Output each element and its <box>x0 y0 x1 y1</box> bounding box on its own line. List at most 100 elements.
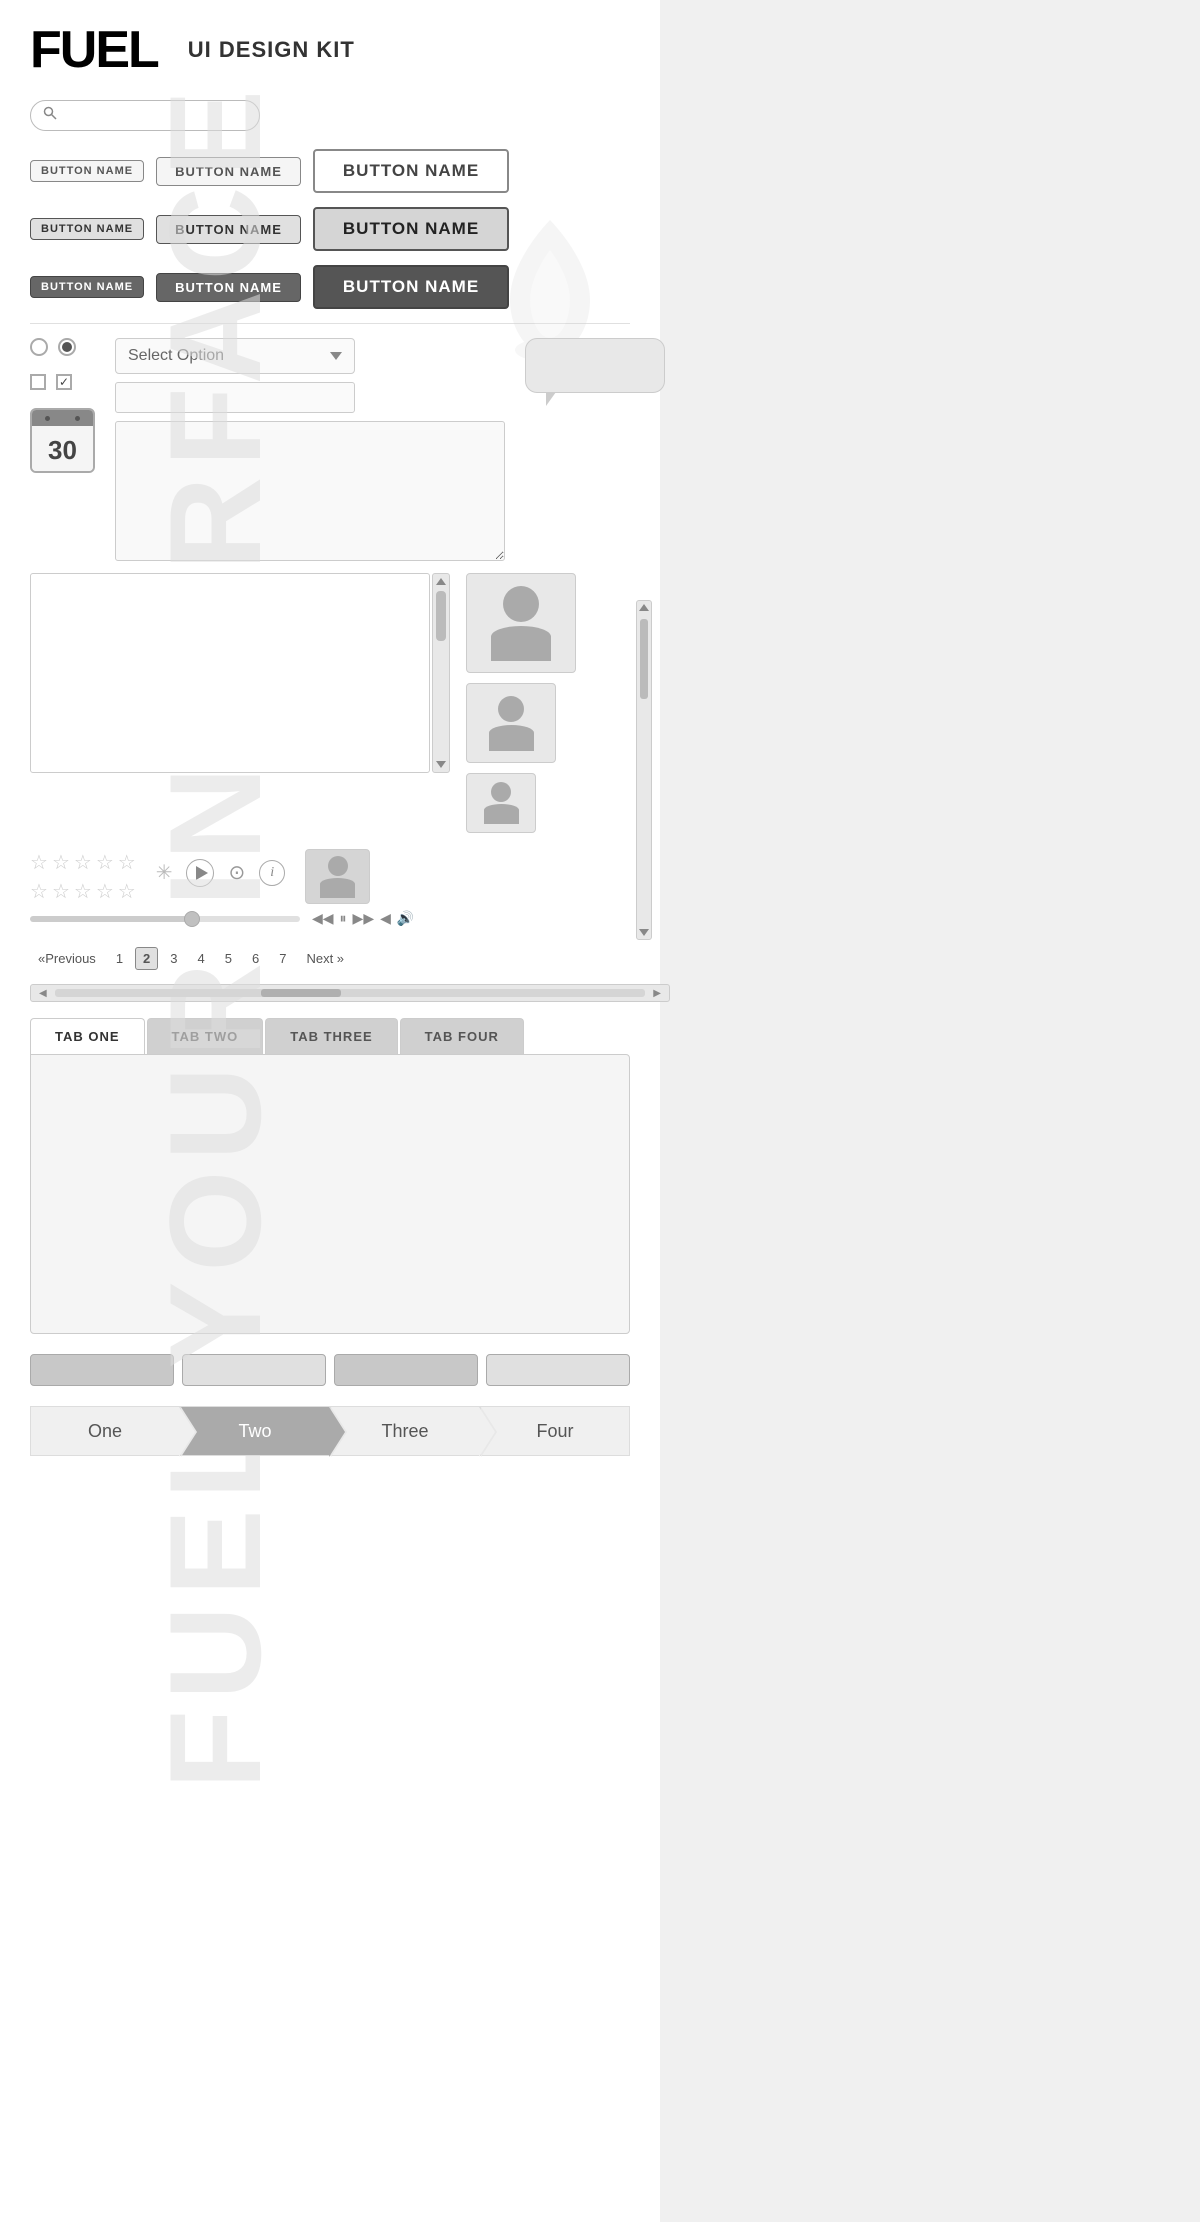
calendar-body: 30 <box>32 426 93 473</box>
pin-icon[interactable]: ⊙ <box>228 860 245 885</box>
main-scroll-thumb[interactable] <box>640 619 648 699</box>
button-row3-medium[interactable]: BUTTON NAME <box>156 273 301 302</box>
button-row2-medium[interactable]: BUTTON NAME <box>156 215 301 244</box>
scroll-down-arrow[interactable] <box>436 761 446 768</box>
page-7[interactable]: 7 <box>271 947 294 970</box>
tab-two[interactable]: TAB TWO <box>147 1018 264 1054</box>
step-four[interactable]: Four <box>480 1406 630 1456</box>
vertical-scrollbar[interactable] <box>432 573 450 773</box>
volume-icon[interactable]: 🔊 <box>397 910 414 927</box>
h-scroll-track[interactable] <box>55 989 646 997</box>
button-row2-large[interactable]: BUTTON NAME <box>313 207 509 251</box>
user-head-large <box>503 586 539 622</box>
pagination-next[interactable]: Next » <box>298 947 352 970</box>
tab-content <box>30 1054 630 1334</box>
play-icon <box>196 866 208 880</box>
tab-three[interactable]: TAB THREE <box>265 1018 397 1054</box>
avatar-column <box>466 573 576 833</box>
user-avatar-medium <box>489 696 534 751</box>
segment-btn-1[interactable] <box>30 1354 174 1386</box>
media-section <box>30 573 630 833</box>
radio-group <box>30 338 76 356</box>
avatar-card-medium <box>466 683 556 763</box>
search-bar[interactable] <box>30 100 260 131</box>
media-player-icons: ◀◀ ⏸ ▶▶ ◀ 🔊 <box>312 910 414 927</box>
sunburst-icon[interactable]: ✳ <box>156 860 173 885</box>
skip-forward-icon[interactable]: ▶▶ <box>353 910 375 927</box>
search-container <box>30 100 630 131</box>
star-2-4[interactable]: ☆ <box>96 879 114 904</box>
media-icons-row: ✳ ⊙ i <box>156 859 286 887</box>
calendar-icon[interactable]: 30 <box>30 408 95 473</box>
button-row1-small[interactable]: BUTTON NAME <box>30 160 144 182</box>
star-1-3[interactable]: ☆ <box>74 850 92 875</box>
page-1[interactable]: 1 <box>108 947 131 970</box>
checkbox-checked[interactable] <box>56 374 72 390</box>
h-scroll-right-arrow[interactable]: ▶ <box>645 988 669 999</box>
star-1-5[interactable]: ☆ <box>118 850 136 875</box>
cal-dot-right <box>75 416 80 421</box>
user-body-large <box>491 626 551 661</box>
select-dropdown[interactable]: Select Option <box>115 338 355 374</box>
user-avatar-large <box>491 586 551 661</box>
horizontal-scrollbar[interactable]: ◀ ▶ <box>30 984 670 1002</box>
segment-btn-4[interactable] <box>486 1354 630 1386</box>
button-row1-medium[interactable]: BUTTON NAME <box>156 157 301 186</box>
slider-track[interactable] <box>30 916 300 922</box>
cal-dot-left <box>45 416 50 421</box>
tab-four[interactable]: TAB FOUR <box>400 1018 524 1054</box>
scrollable-box[interactable] <box>30 573 430 773</box>
main-scroll-down[interactable] <box>639 929 649 936</box>
slider-thumb[interactable] <box>184 911 200 927</box>
play-button[interactable] <box>186 859 214 887</box>
textarea[interactable] <box>115 421 505 561</box>
star-1-2[interactable]: ☆ <box>52 850 70 875</box>
segment-btn-3[interactable] <box>334 1354 478 1386</box>
calendar-header <box>32 410 93 426</box>
radio-checked[interactable] <box>58 338 76 356</box>
radio-unchecked[interactable] <box>30 338 48 356</box>
step-four-label: Four <box>536 1421 573 1442</box>
step-two[interactable]: Two <box>180 1406 330 1456</box>
button-row1-large[interactable]: BUTTON NAME <box>313 149 509 193</box>
step-one[interactable]: One <box>30 1406 180 1456</box>
step-three[interactable]: Three <box>330 1406 480 1456</box>
skip-back-icon[interactable]: ◀◀ <box>312 910 334 927</box>
h-scroll-left-arrow[interactable]: ◀ <box>31 988 55 999</box>
button-row3-small[interactable]: BUTTON NAME <box>30 276 144 298</box>
star-1-4[interactable]: ☆ <box>96 850 114 875</box>
page-3[interactable]: 3 <box>162 947 185 970</box>
page-2[interactable]: 2 <box>135 947 158 970</box>
header-subtitle: UI DESIGN KIT <box>188 37 355 63</box>
button-row3-large[interactable]: BUTTON NAME <box>313 265 509 309</box>
speech-bubble <box>525 338 665 393</box>
user-avatar-small <box>484 782 519 824</box>
segment-btn-2[interactable] <box>182 1354 326 1386</box>
star-2-2[interactable]: ☆ <box>52 879 70 904</box>
pagination-prev[interactable]: «Previous <box>30 947 104 970</box>
scroll-thumb[interactable] <box>436 591 446 641</box>
page-4[interactable]: 4 <box>190 947 213 970</box>
page-5[interactable]: 5 <box>217 947 240 970</box>
checkbox-row <box>30 374 95 390</box>
checkbox-unchecked[interactable] <box>30 374 46 390</box>
scroll-up-arrow[interactable] <box>436 578 446 585</box>
page-6[interactable]: 6 <box>244 947 267 970</box>
star-2-3[interactable]: ☆ <box>74 879 92 904</box>
star-1-1[interactable]: ☆ <box>30 850 48 875</box>
user-body-medium <box>489 725 534 751</box>
search-input[interactable] <box>63 108 243 124</box>
step-two-label: Two <box>238 1421 271 1442</box>
pause-icon[interactable]: ⏸ <box>340 910 347 927</box>
main-scroll-up[interactable] <box>639 604 649 611</box>
prev-track-icon[interactable]: ◀ <box>380 910 391 927</box>
h-scroll-thumb[interactable] <box>261 989 341 997</box>
tabs-section: TAB ONE TAB TWO TAB THREE TAB FOUR <box>30 1018 630 1334</box>
star-2-5[interactable]: ☆ <box>118 879 136 904</box>
button-row2-small[interactable]: BUTTON NAME <box>30 218 144 240</box>
info-button[interactable]: i <box>259 860 285 886</box>
text-input[interactable] <box>115 382 355 413</box>
star-2-1[interactable]: ☆ <box>30 879 48 904</box>
tab-one[interactable]: TAB ONE <box>30 1018 145 1054</box>
main-vertical-scrollbar[interactable] <box>636 600 652 940</box>
